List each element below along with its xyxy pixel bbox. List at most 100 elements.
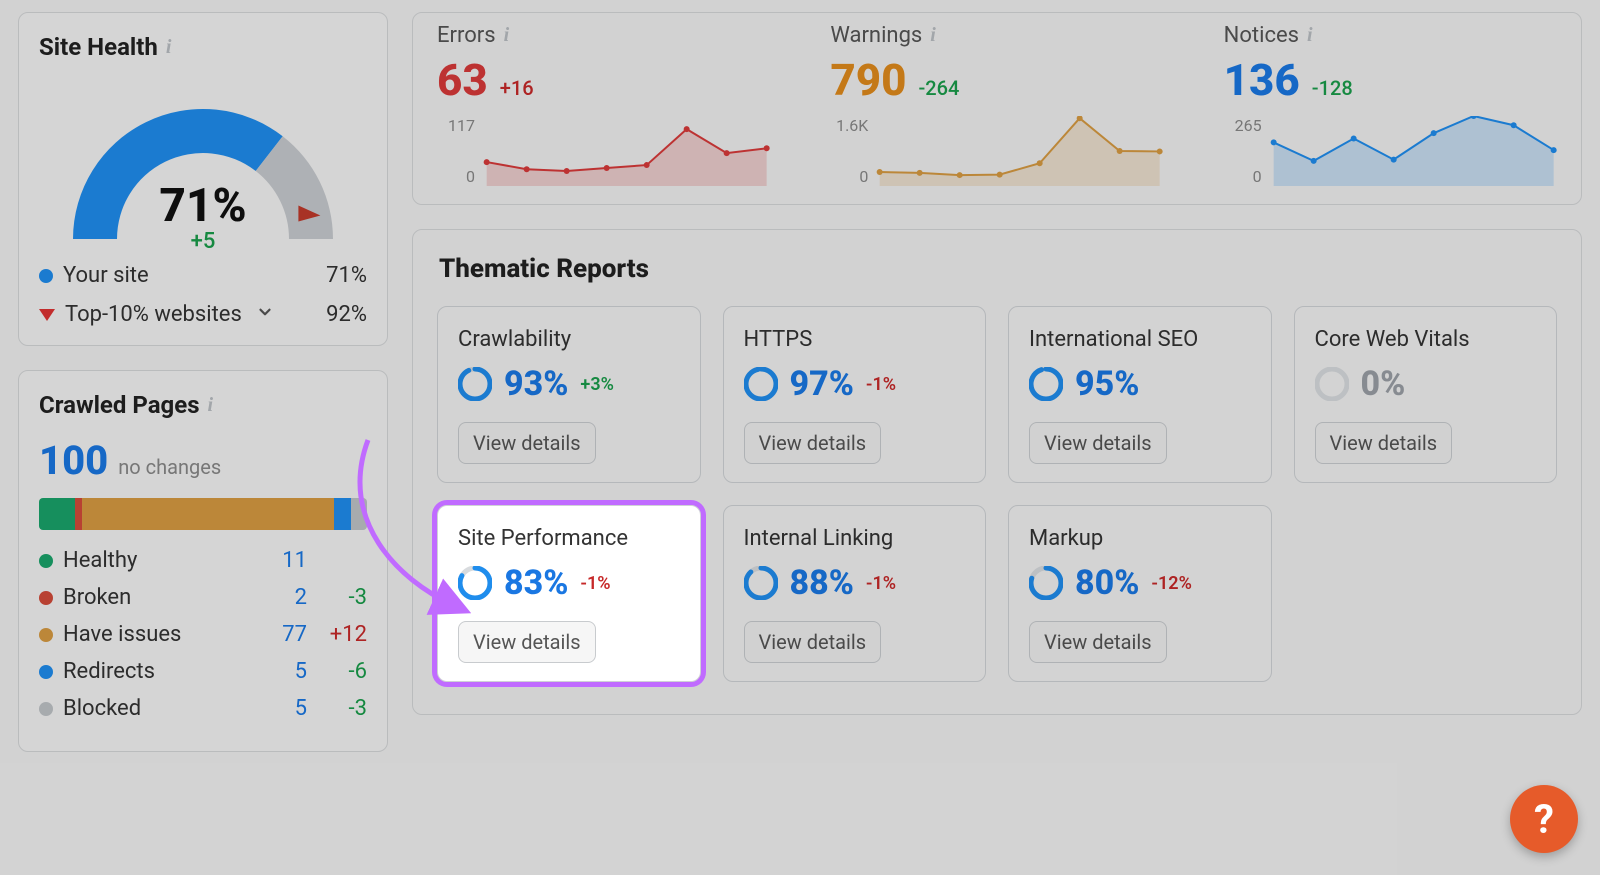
card-pct: 0% bbox=[1361, 364, 1406, 404]
spark-ymax: 265 bbox=[1224, 116, 1262, 135]
cp-label: Blocked bbox=[63, 696, 141, 721]
cp-count: 77 bbox=[247, 622, 307, 647]
cp-row-blocked[interactable]: Blocked5-3 bbox=[39, 696, 367, 721]
view-details-button[interactable]: View details bbox=[1315, 422, 1453, 464]
cp-count: 2 bbox=[247, 585, 307, 610]
crawled-pages-heading: Crawled Pages i bbox=[39, 391, 367, 419]
metric-warnings-label: Warnings bbox=[830, 23, 922, 48]
info-icon[interactable]: i bbox=[1307, 24, 1313, 47]
dot-icon bbox=[39, 269, 53, 283]
card-title: International SEO bbox=[1029, 327, 1251, 352]
site-health-title: Site Health bbox=[39, 33, 158, 61]
crawled-pages-count[interactable]: 100 bbox=[39, 437, 108, 484]
card-title: HTTPS bbox=[744, 327, 966, 352]
view-details-button[interactable]: View details bbox=[458, 621, 596, 663]
cp-row-broken[interactable]: Broken 2-3 bbox=[39, 585, 367, 610]
cp-delta: -3 bbox=[307, 585, 367, 610]
metric-errors-delta: +16 bbox=[500, 76, 534, 100]
cp-count: 5 bbox=[247, 696, 307, 721]
metric-warnings-delta: -264 bbox=[918, 76, 959, 100]
cp-label: Have issues bbox=[63, 622, 181, 647]
legend-top10[interactable]: Top-10% websites 92% bbox=[39, 302, 367, 327]
legend-top10-label: Top-10% websites bbox=[65, 302, 242, 327]
metric-warnings[interactable]: Warnings i 790 -264 1.6K 0 bbox=[830, 23, 1163, 186]
spark-ymin: 0 bbox=[437, 167, 475, 186]
card-title: Internal Linking bbox=[744, 526, 966, 551]
view-details-button[interactable]: View details bbox=[744, 621, 882, 663]
bar-seg-healthy bbox=[39, 498, 75, 530]
site-health-gauge: 71% +5 bbox=[53, 79, 353, 249]
site-health-heading: Site Health i bbox=[39, 33, 367, 61]
card-core-web-vitals: Core Web Vitals 0% View details bbox=[1294, 306, 1558, 483]
card-title: Markup bbox=[1029, 526, 1251, 551]
site-health-panel: Site Health i 71% +5 Your site 71% bbox=[18, 12, 388, 346]
cp-label: Broken bbox=[63, 585, 131, 610]
card-title: Crawlability bbox=[458, 327, 680, 352]
spark-ymax: 1.6K bbox=[830, 116, 868, 135]
chevron-down-icon bbox=[256, 302, 274, 327]
help-button[interactable]: ? bbox=[1510, 785, 1578, 853]
crawled-pages-bar bbox=[39, 498, 367, 530]
sparkline-notices bbox=[1270, 116, 1557, 186]
card-markup: Markup80%-12%View details bbox=[1008, 505, 1272, 682]
donut-icon bbox=[1315, 367, 1349, 401]
legend-your-site: Your site 71% bbox=[39, 263, 367, 288]
view-details-button[interactable]: View details bbox=[1029, 422, 1167, 464]
metric-warnings-value: 790 bbox=[830, 54, 906, 106]
dot-icon bbox=[39, 591, 53, 605]
spark-ymax: 117 bbox=[437, 116, 475, 135]
thematic-reports-panel: Thematic Reports Crawlability93%+3%View … bbox=[412, 229, 1582, 715]
cp-delta: +12 bbox=[307, 622, 367, 647]
card-https: HTTPS97%-1%View details bbox=[723, 306, 987, 483]
donut-icon bbox=[1029, 367, 1063, 401]
cp-delta: -6 bbox=[307, 659, 367, 684]
crawled-pages-panel: Crawled Pages i 100 no changes Healthy11… bbox=[18, 370, 388, 752]
donut-icon bbox=[458, 566, 492, 600]
card-delta: +3% bbox=[580, 374, 613, 395]
card-pct: 88% bbox=[790, 563, 854, 603]
info-icon[interactable]: i bbox=[166, 36, 172, 59]
view-details-button[interactable]: View details bbox=[458, 422, 596, 464]
info-icon[interactable]: i bbox=[930, 24, 936, 47]
card-crawlability: Crawlability 93% +3% View details bbox=[437, 306, 701, 483]
metric-notices-label: Notices bbox=[1224, 23, 1299, 48]
legend-top10-value: 92% bbox=[326, 302, 367, 327]
dot-icon bbox=[39, 702, 53, 716]
donut-icon bbox=[1029, 566, 1063, 600]
spark-ymin: 0 bbox=[1224, 167, 1262, 186]
info-icon[interactable]: i bbox=[504, 24, 510, 47]
dot-icon bbox=[39, 628, 53, 642]
cp-count: 11 bbox=[247, 548, 307, 573]
metric-errors-value: 63 bbox=[437, 54, 488, 106]
dot-icon bbox=[39, 554, 53, 568]
card-title: Site Performance bbox=[458, 526, 680, 551]
bar-seg-haveissues bbox=[82, 498, 335, 530]
spark-ymin: 0 bbox=[830, 167, 868, 186]
metric-errors[interactable]: Errorsi 63 +16 1170 bbox=[437, 23, 770, 186]
donut-icon bbox=[458, 367, 492, 401]
triangle-down-icon bbox=[39, 309, 55, 321]
card-pct: 93% bbox=[504, 364, 568, 404]
view-details-button[interactable]: View details bbox=[744, 422, 882, 464]
cp-row-redirects[interactable]: Redirects 5-6 bbox=[39, 659, 367, 684]
card-pct: 95% bbox=[1075, 364, 1139, 404]
card-pct: 83% bbox=[504, 563, 568, 603]
metric-notices[interactable]: Noticesi 136 -128 2650 bbox=[1224, 23, 1557, 186]
cp-row-haveissues[interactable]: Have issues 77+12 bbox=[39, 622, 367, 647]
cp-count: 5 bbox=[247, 659, 307, 684]
card-delta: -12% bbox=[1151, 573, 1191, 594]
card-internal-linking: Internal Linking88%-1%View details bbox=[723, 505, 987, 682]
site-health-value: 71% bbox=[159, 179, 246, 233]
card-site-performance: Site Performance83%-1%View details bbox=[437, 505, 701, 682]
cp-label: Redirects bbox=[63, 659, 155, 684]
crawled-pages-title: Crawled Pages bbox=[39, 391, 200, 419]
card-title: Core Web Vitals bbox=[1315, 327, 1537, 352]
donut-icon bbox=[744, 566, 778, 600]
metric-notices-delta: -128 bbox=[1312, 76, 1353, 100]
cp-row-healthy[interactable]: Healthy11 bbox=[39, 548, 367, 573]
donut-icon bbox=[744, 367, 778, 401]
metrics-panel: Errorsi 63 +16 1170 Warningsi 790 -264 1… bbox=[412, 12, 1582, 205]
info-icon[interactable]: i bbox=[208, 394, 214, 417]
bar-seg-blocked bbox=[351, 498, 367, 530]
view-details-button[interactable]: View details bbox=[1029, 621, 1167, 663]
